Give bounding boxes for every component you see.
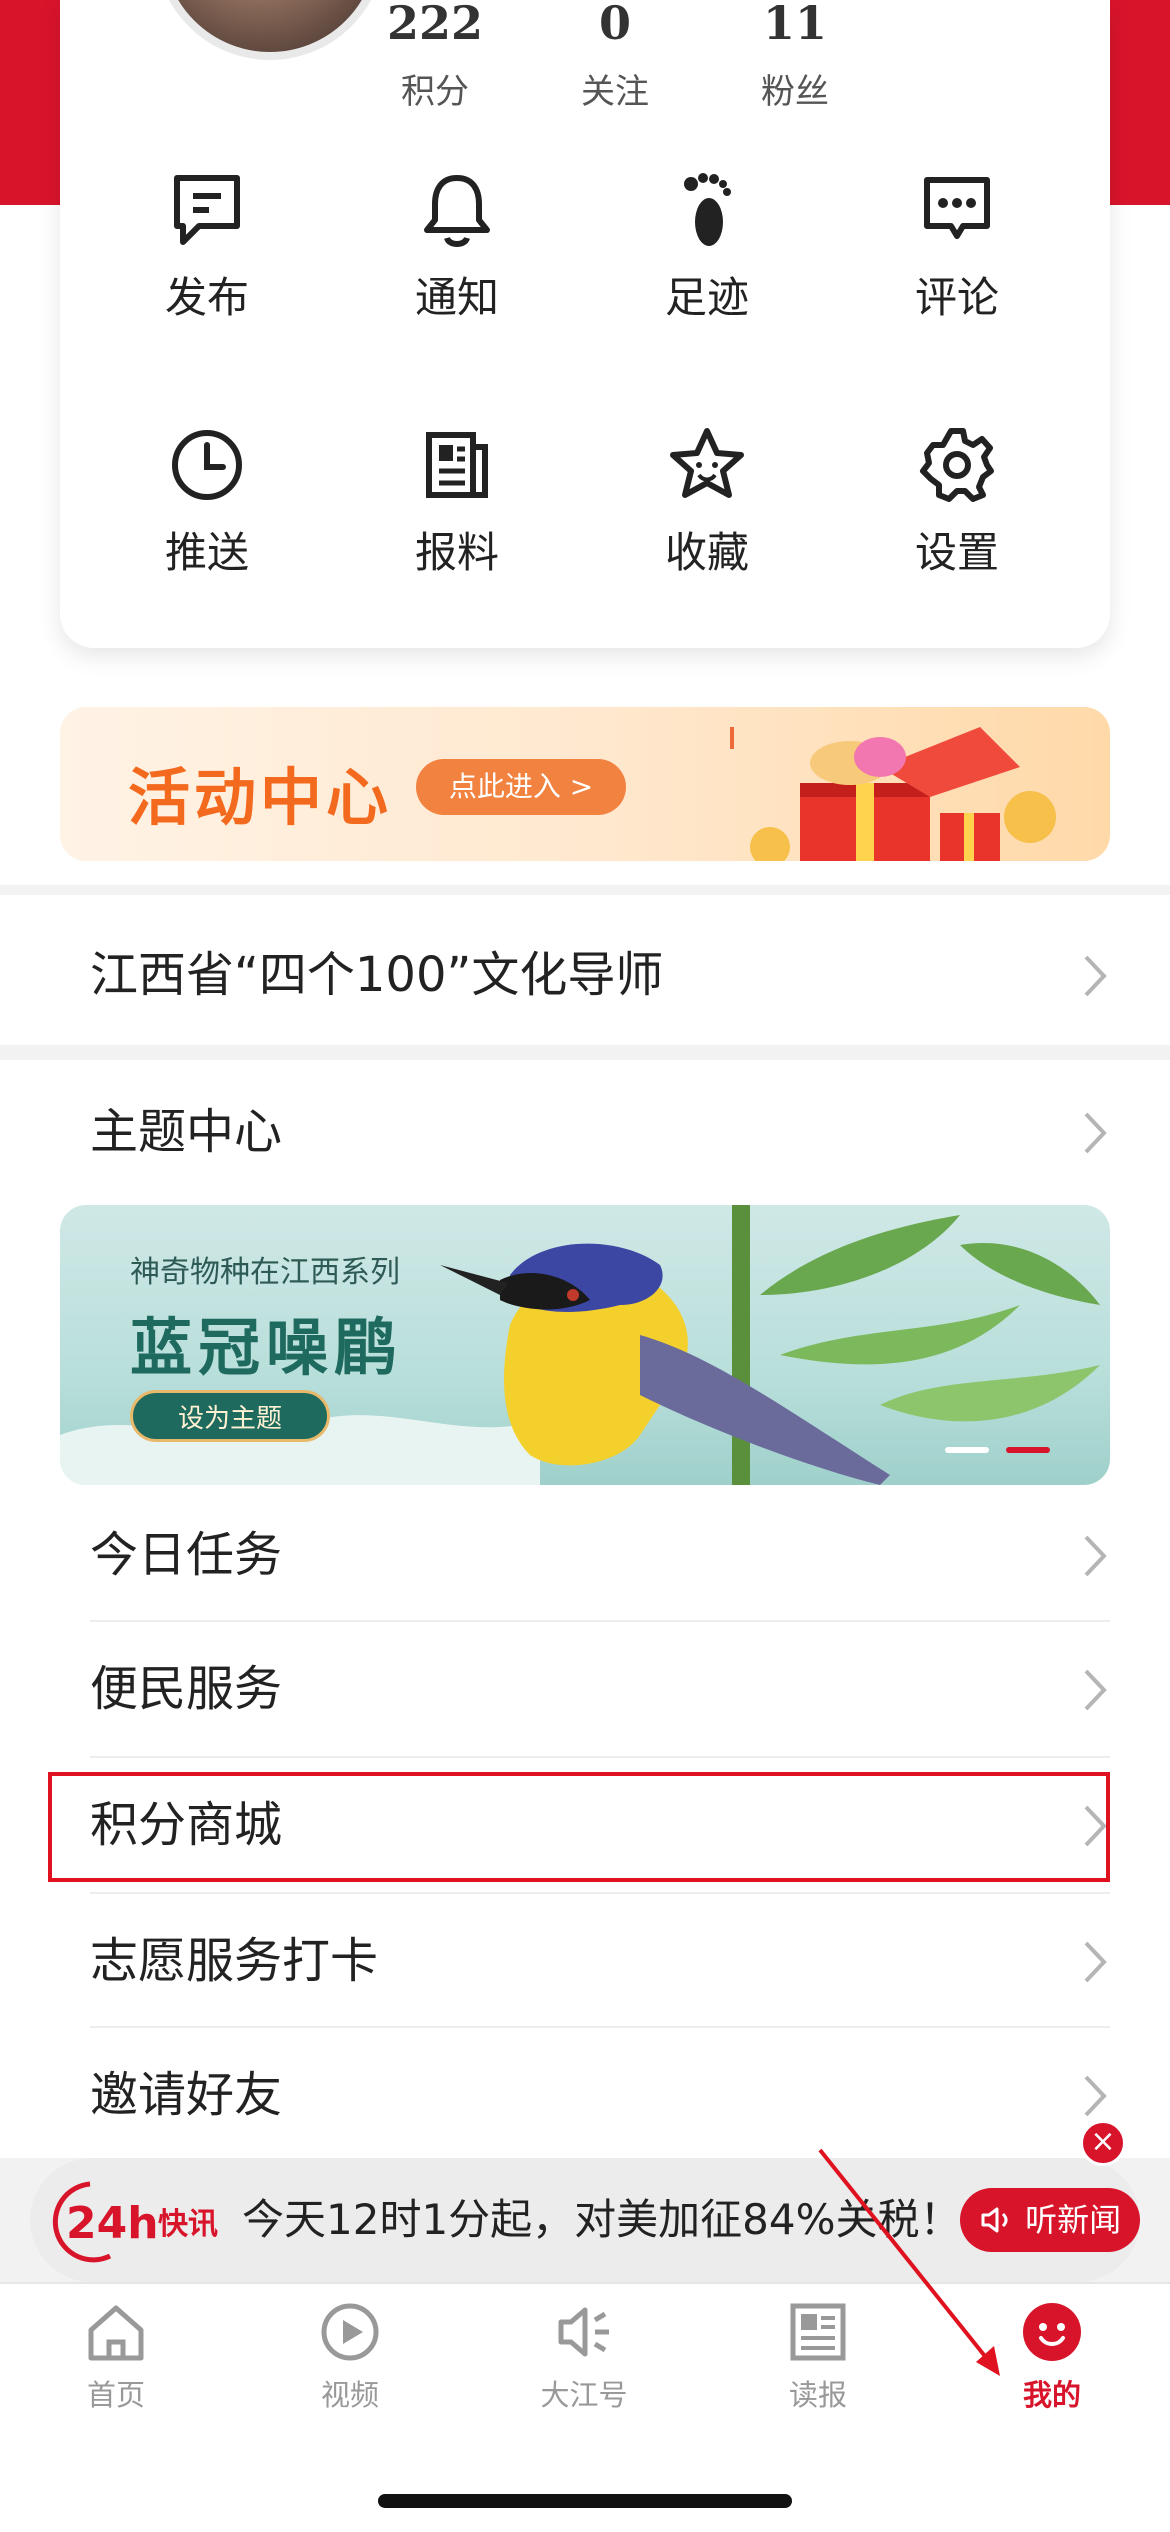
gift-box-icon — [730, 727, 1056, 861]
func-comment-label: 评论 — [914, 273, 999, 322]
func-post[interactable]: 发布 — [102, 170, 312, 325]
close-ticker-button[interactable]: × — [1080, 2120, 1126, 2166]
menu-daily-tasks[interactable]: 今日任务 — [90, 1488, 1110, 1622]
stat-points[interactable]: 222 积分 — [345, 0, 525, 113]
stat-following-value: 0 — [598, 0, 631, 50]
func-notify-label: 通知 — [414, 273, 499, 322]
chevron-right-icon — [1084, 1535, 1107, 1577]
activity-title: 活动中心 — [128, 761, 393, 834]
func-notify[interactable]: 通知 — [352, 170, 562, 325]
func-post-label: 发布 — [164, 273, 249, 322]
gear-icon — [920, 428, 994, 502]
profile-smile-icon — [1023, 2303, 1081, 2361]
close-icon: × — [1090, 2124, 1116, 2159]
stat-following[interactable]: 0 关注 — [525, 0, 705, 113]
func-favorite-label: 收藏 — [664, 528, 749, 577]
stat-points-value: 222 — [386, 0, 484, 50]
func-footprint[interactable]: 足迹 — [602, 170, 812, 325]
menu-theme-center[interactable]: 主题中心 — [90, 1065, 1110, 1199]
star-icon — [670, 428, 744, 498]
func-tipoff[interactable]: 报料 — [352, 425, 562, 580]
menu-volunteer-checkin[interactable]: 志愿服务打卡 — [90, 1894, 1110, 2028]
bell-icon — [424, 175, 490, 247]
footprint-icon — [684, 173, 731, 246]
menu-theme-center-label: 主题中心 — [90, 1104, 283, 1160]
annotation-arrow — [818, 2148, 1000, 2376]
chevron-right-icon — [1084, 2075, 1107, 2117]
theme-title: 蓝冠噪鹛 — [130, 1311, 403, 1384]
home-indicator — [378, 2494, 792, 2508]
activity-center-banner[interactable]: 活动中心 点此进入 > — [60, 707, 1110, 861]
menu-volunteer-label: 志愿服务打卡 — [90, 1933, 379, 1989]
menu-convenience-label: 便民服务 — [90, 1661, 283, 1717]
stat-following-label: 关注 — [581, 72, 649, 112]
stat-fans[interactable]: 11 粉丝 — [705, 0, 885, 113]
post-icon — [174, 175, 240, 245]
tab-video-label: 视频 — [320, 2378, 379, 2412]
news-tip-icon — [426, 432, 488, 498]
carousel-indicator — [933, 1438, 1050, 1457]
tab-dajiang-label: 大江号 — [540, 2378, 628, 2412]
listen-news-label: 听新闻 — [1025, 2201, 1122, 2239]
func-push[interactable]: 推送 — [102, 425, 312, 580]
activity-enter-button[interactable]: 点此进入 > — [416, 759, 626, 815]
func-comment[interactable]: 评论 — [852, 170, 1062, 325]
play-icon — [321, 2303, 379, 2361]
chevron-right-icon — [1084, 1112, 1107, 1154]
chevron-right-icon — [1084, 1941, 1107, 1983]
chevron-right-icon — [1084, 955, 1107, 997]
theme-banner[interactable]: 神奇物种在江西系列 蓝冠噪鹛 设为主题 — [60, 1205, 1110, 1485]
tab-dajiang[interactable]: 大江号 — [494, 2300, 674, 2414]
profile-card: 222 积分 0 关注 11 粉丝 发布 通知 足迹 评论 推送 报料 收藏 设… — [60, 0, 1110, 648]
theme-subtitle: 神奇物种在江西系列 — [130, 1255, 400, 1290]
func-push-label: 推送 — [164, 528, 249, 577]
svg-text:快讯: 快讯 — [158, 2207, 218, 2242]
func-settings-label: 设置 — [914, 528, 999, 577]
carousel-dot — [944, 1447, 989, 1453]
svg-text:24h: 24h — [66, 2198, 159, 2249]
comment-icon — [924, 177, 990, 239]
24h-flash-badge-icon: 24h 快讯 — [52, 2181, 218, 2263]
highlight-box — [48, 1772, 1110, 1882]
func-favorite[interactable]: 收藏 — [602, 425, 812, 580]
menu-culture-mentor-label: 江西省“四个100”文化导师 — [90, 947, 664, 1003]
func-tipoff-label: 报料 — [414, 528, 499, 577]
menu-convenience-services[interactable]: 便民服务 — [90, 1622, 1110, 1756]
stat-points-label: 积分 — [401, 72, 469, 112]
clock-icon — [172, 430, 242, 500]
tab-home-label: 首页 — [86, 2378, 145, 2412]
home-icon — [88, 2305, 144, 2361]
stat-fans-label: 粉丝 — [761, 72, 829, 112]
tab-home[interactable]: 首页 — [26, 2300, 206, 2414]
func-footprint-label: 足迹 — [664, 273, 749, 322]
menu-invite-label: 邀请好友 — [90, 2067, 283, 2123]
func-settings[interactable]: 设置 — [852, 425, 1062, 580]
carousel-dot-active — [1006, 1447, 1050, 1453]
menu-culture-mentor[interactable]: 江西省“四个100”文化导师 — [90, 908, 1110, 1042]
tab-video[interactable]: 视频 — [260, 2300, 440, 2414]
stat-fans-value: 11 — [762, 0, 827, 50]
speaker-icon — [558, 2307, 609, 2357]
menu-daily-tasks-label: 今日任务 — [90, 1527, 283, 1583]
set-as-theme-button[interactable]: 设为主题 — [130, 1390, 330, 1442]
chevron-right-icon — [1084, 1669, 1107, 1711]
